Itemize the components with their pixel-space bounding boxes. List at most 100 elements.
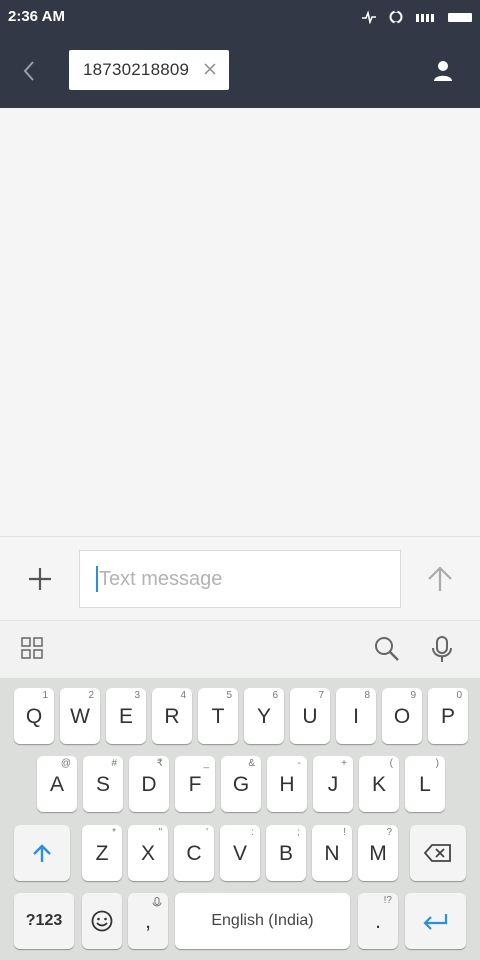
conversation-header: 18730218809 [0,34,480,108]
backspace-key[interactable] [410,825,466,881]
shift-key[interactable] [14,825,70,881]
remove-recipient-button[interactable] [201,60,219,78]
key-label: B [278,841,293,865]
signal-icon [416,14,434,22]
attach-button[interactable] [22,561,58,597]
key-hint: 5 [226,690,232,701]
key-hint: 3 [134,690,140,701]
recipient-chip[interactable]: 18730218809 [69,50,229,90]
key-k[interactable]: (K [359,756,399,812]
compose-bar: Text message [0,536,480,620]
key-s[interactable]: # S [83,756,123,812]
key-hint: + [341,758,347,769]
emoji-icon [91,910,113,932]
key-hint: ! [343,827,346,838]
key-w[interactable]: 2W [60,688,100,744]
emoji-key[interactable] [82,893,122,949]
key-label: Y [256,704,271,728]
text-caret [96,566,98,592]
key-label: Q [25,704,43,728]
back-button[interactable] [14,56,44,86]
key-n[interactable]: ! N [312,825,352,881]
backspace-icon [424,844,451,862]
key-p[interactable]: 0P [428,688,468,744]
key-label: H [279,772,295,796]
enter-key[interactable] [405,893,466,949]
key-j[interactable]: + J [313,756,353,812]
key-hint: 0 [456,690,462,701]
status-bar: 2:36 AM [0,0,480,34]
symbols-key[interactable]: ?123 [14,893,74,949]
message-placeholder: Text message [99,567,223,590]
key-hint: ₹ [156,758,163,769]
key-label: U [302,704,318,728]
key-c[interactable]: ' C [174,825,214,881]
battery-icon [448,13,472,22]
key-label: S [95,772,110,796]
message-input[interactable]: Text message [79,550,401,608]
add-contact-button[interactable] [428,56,458,86]
key-hint: !? [383,895,392,906]
key-label: C [186,841,202,865]
keyboard-toolbar [0,620,480,678]
key-e[interactable]: 3E [106,688,146,744]
key-z[interactable]: * Z [82,825,122,881]
key-label: W [70,704,90,728]
space-key[interactable]: English (India) [175,893,350,949]
key-hint: ? [386,827,392,838]
key-y[interactable]: 6Y [244,688,284,744]
key-label: ?123 [25,912,63,929]
comma-key[interactable]: , [128,893,168,949]
key-u[interactable]: 7U [290,688,330,744]
key-hint: 8 [364,690,370,701]
key-label: A [49,772,64,796]
key-b[interactable]: ; B [266,825,306,881]
key-a[interactable]: @ A [37,756,77,812]
key-label: L [419,772,431,796]
key-hint: & [248,758,255,769]
plus-icon [29,568,51,590]
send-button[interactable] [422,561,458,597]
key-t[interactable]: 5T [198,688,238,744]
keyboard-menu-button[interactable] [20,636,48,664]
key-d[interactable]: ₹ D [129,756,169,812]
key-hint: ; [297,827,300,838]
key-hint: 4 [180,690,186,701]
key-label: T [211,704,225,728]
conversation-area [0,108,480,536]
key-hint: _ [203,758,209,769]
key-i[interactable]: 8I [336,688,376,744]
period-key[interactable]: !?. [358,893,398,949]
key-label: Z [95,841,109,865]
key-o[interactable]: 9O [382,688,422,744]
key-hint: # [111,758,117,769]
key-hint: 6 [272,690,278,701]
key-l[interactable]: ) L [405,756,445,812]
key-f[interactable]: _ F [175,756,215,812]
key-r[interactable]: 4R [152,688,192,744]
key-hint: ( [389,758,393,769]
key-label: O [393,704,411,728]
key-g[interactable]: & G [221,756,261,812]
back-arrow-icon [23,61,34,81]
key-v[interactable]: :V [220,825,260,881]
key-label: X [140,841,155,865]
search-icon [375,637,399,661]
key-label: J [327,772,339,796]
key-label: M [369,841,387,865]
keyboard-search-button[interactable] [374,636,404,666]
send-arrow-icon [428,566,452,591]
key-label: , [145,909,151,933]
key-hint: ' [206,827,208,838]
key-x[interactable]: " X [128,825,168,881]
key-label: . [375,909,381,933]
key-label: E [118,704,133,728]
microphone-icon [432,636,452,662]
key-hint: ) [435,758,439,769]
key-label: English (India) [211,912,314,929]
key-m[interactable]: ? M [358,825,398,881]
voice-input-button[interactable] [430,635,460,665]
key-h[interactable]: -H [267,756,307,812]
key-q[interactable]: 1Q [14,688,54,744]
key-hint: * [112,827,116,838]
